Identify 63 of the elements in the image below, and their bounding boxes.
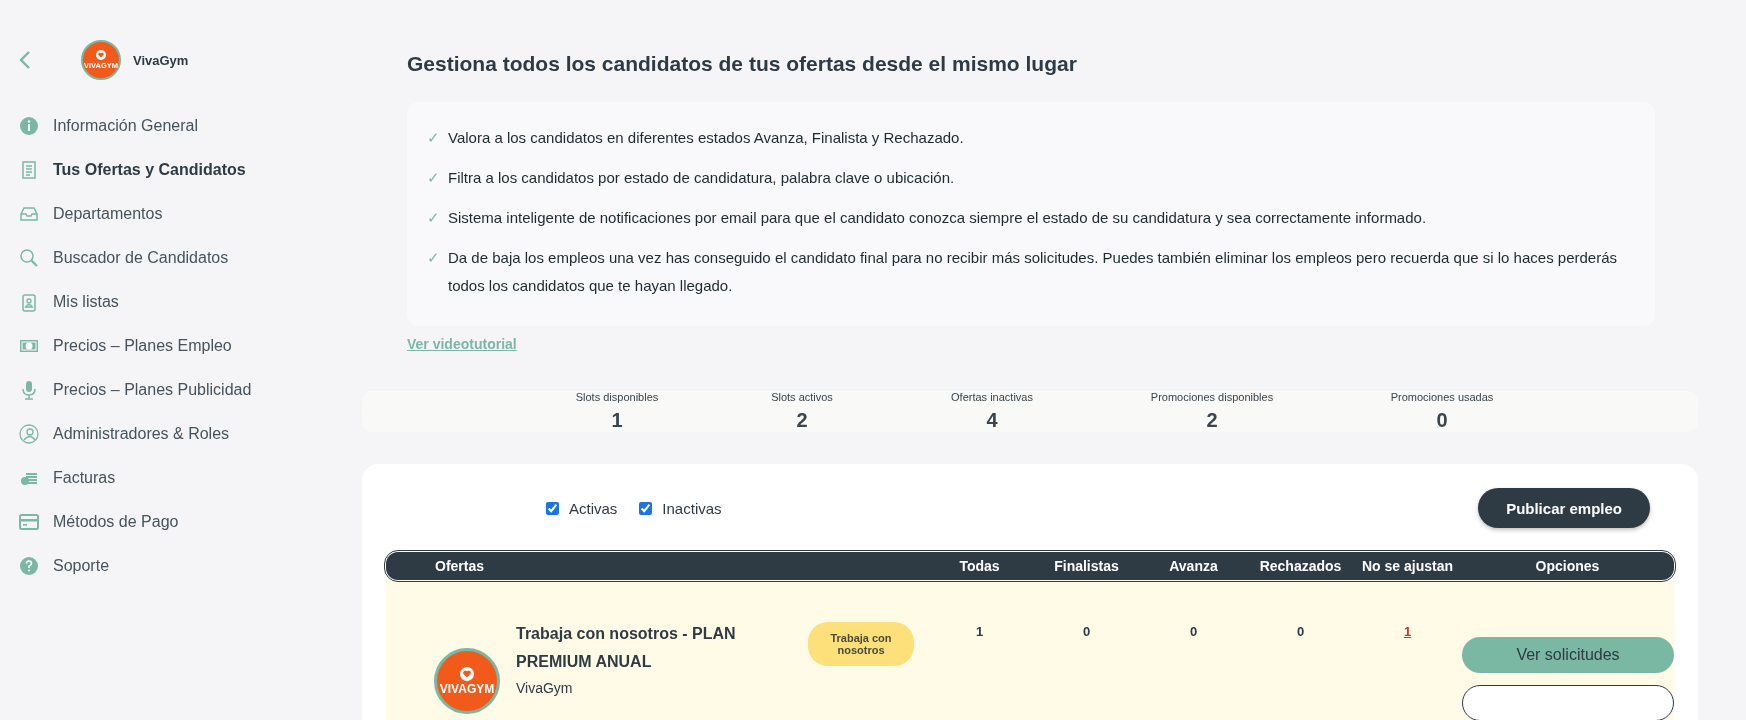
- card-icon: [19, 512, 39, 532]
- company-name: VivaGym: [133, 52, 189, 68]
- sidebar-item[interactable]: Facturas: [19, 456, 362, 500]
- stat-label: Promociones usadas: [1390, 391, 1494, 403]
- filter-checkbox[interactable]: [639, 501, 653, 515]
- sidebar-item[interactable]: Departamentos: [19, 192, 362, 236]
- column-header: No se ajustan: [1361, 558, 1454, 574]
- logo-text: VIVAGYM: [439, 681, 495, 696]
- sidebar-item[interactable]: Buscador de Candidatos: [19, 236, 362, 280]
- feature-text: Filtra a los candidatos por estado de candidatura, palabra clave o ubicación.: [448, 168, 955, 188]
- filter-label: Activas: [569, 499, 618, 517]
- stat-label: Slots activos: [771, 391, 833, 403]
- page-heading: Gestiona todos los candidatos de tus ofertas desde el mismo lugar: [407, 52, 1078, 76]
- filter-label: Inactivas: [662, 499, 722, 517]
- heart-icon: [96, 50, 106, 60]
- view-applications-button[interactable]: Ver solicitudes: [1462, 637, 1674, 673]
- column-header: Ofertas: [434, 558, 486, 574]
- mic-icon: [19, 380, 39, 400]
- feature-text: Valora a los candidatos en diferentes estados Avanza, Finalista y Rechazado.: [448, 128, 964, 148]
- search-icon: [19, 248, 39, 268]
- sidebar-item[interactable]: Precios – Planes Publicidad: [19, 368, 362, 412]
- count-link[interactable]: 1: [1403, 624, 1412, 720]
- clipboard-icon: [19, 160, 39, 180]
- stat-label: Slots disponibles: [575, 391, 659, 403]
- inbox-icon: [19, 204, 39, 224]
- filter-checkbox[interactable]: [546, 501, 559, 515]
- feature-text: Sistema inteligente de notificaciones por email para que el candidato conozca siempre el estado de su candidatura y sea correctamente informado.: [448, 208, 1427, 228]
- check-mark: ✓: [427, 248, 440, 268]
- help-icon: [19, 556, 39, 576]
- column-header: Finalistas: [1053, 558, 1120, 574]
- stat-value: 2: [1206, 409, 1218, 432]
- column-header: Todas: [958, 558, 1001, 574]
- stat-value: 0: [1436, 409, 1448, 432]
- sidebar-item[interactable]: Precios – Planes Empleo: [19, 324, 362, 368]
- badge-icon: [19, 292, 39, 312]
- sidebar-item[interactable]: Administradores & Roles: [19, 412, 362, 456]
- check-mark: ✓: [427, 128, 440, 148]
- stat-label: Promociones disponibles: [1150, 391, 1274, 403]
- count-value: 0: [1082, 624, 1091, 641]
- user-icon: [19, 424, 39, 444]
- sidebar-item[interactable]: Soporte: [19, 544, 362, 588]
- count-value: 1: [975, 624, 984, 641]
- column-header: Opciones: [1534, 558, 1601, 574]
- sidebar-item[interactable]: Métodos de Pago: [19, 500, 362, 544]
- publish-job-button[interactable]: Publicar empleo: [1478, 488, 1650, 528]
- stat-value: 1: [611, 409, 623, 432]
- sidebar-item[interactable]: Mis listas: [19, 280, 362, 324]
- count-value: 0: [1189, 624, 1198, 641]
- offer-tag: Trabaja con nosotros: [808, 622, 914, 666]
- stat-label: Ofertas inactivas: [951, 391, 1033, 403]
- offer-company: VivaGym: [516, 680, 574, 696]
- info-icon: [19, 116, 39, 136]
- column-header: Avanza: [1168, 558, 1219, 574]
- stat-value: 4: [986, 409, 998, 432]
- count-value: 0: [1296, 624, 1305, 641]
- sidebar-item[interactable]: Información General: [19, 104, 362, 148]
- feature-text: Da de baja los empleos una vez has conseguido el candidato final para no recibir más solicitudes. Puedes también eliminar los empleos pero recuerda que si lo haces perderás todos los candidatos que te hayan llegado.: [448, 248, 1618, 296]
- offer-title[interactable]: Trabaja con nosotros - PLAN PREMIUM ANUAL: [516, 620, 786, 676]
- sidebar-item[interactable]: Tus Ofertas y Candidatos: [19, 148, 362, 192]
- check-mark: ✓: [427, 168, 440, 188]
- stat-value: 2: [796, 409, 808, 432]
- column-header: Rechazados: [1258, 558, 1343, 574]
- check-mark: ✓: [427, 208, 440, 228]
